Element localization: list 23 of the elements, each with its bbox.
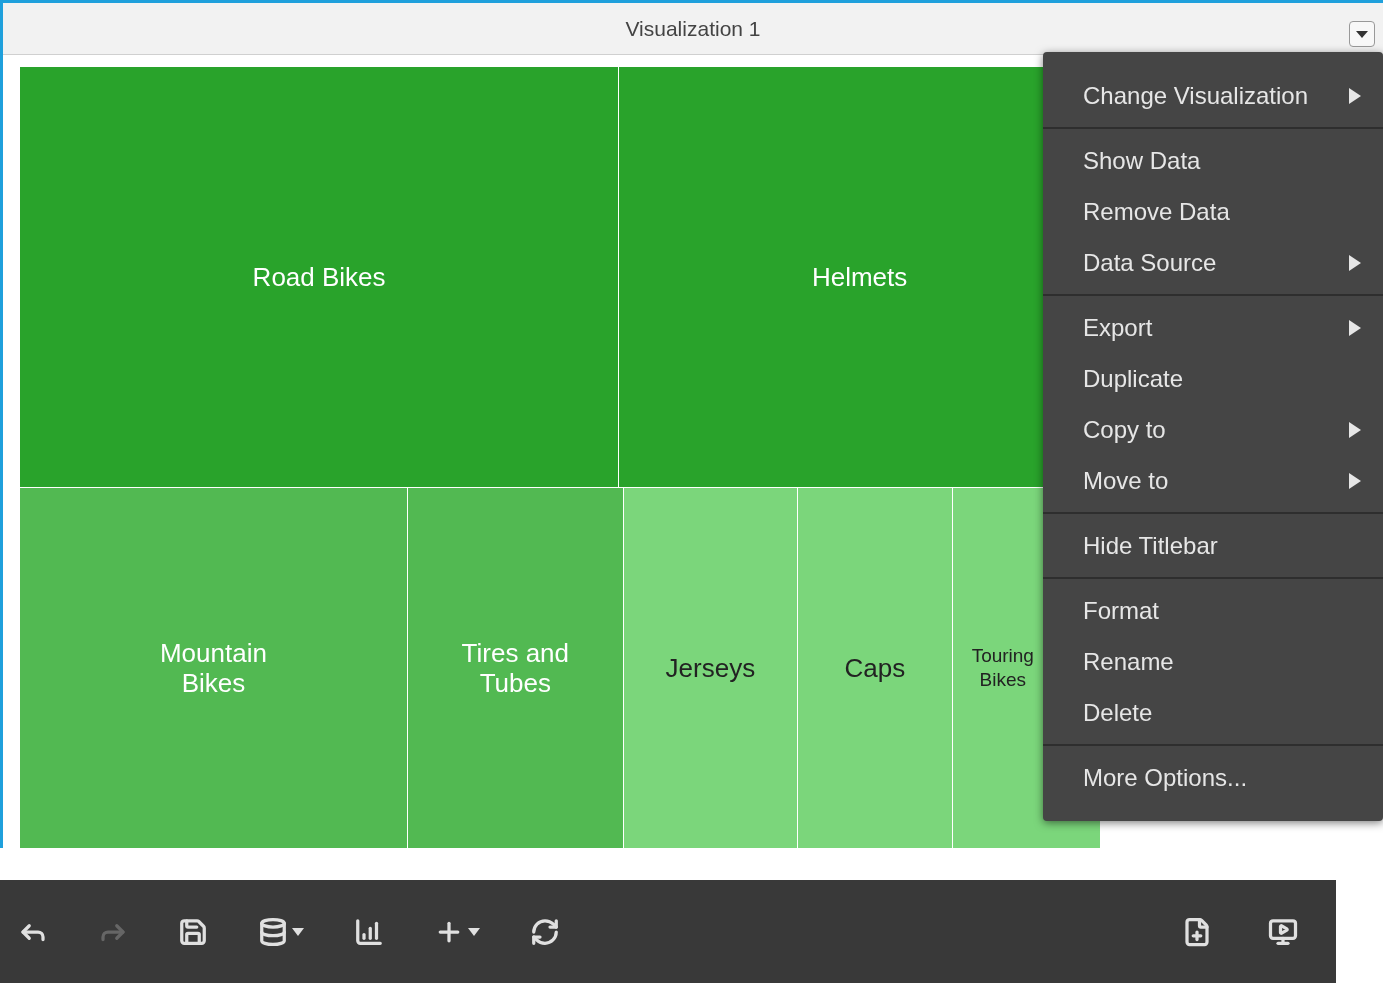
caret-icon [292, 927, 304, 936]
save-icon [178, 916, 208, 947]
treemap-label: Caps [844, 653, 906, 683]
treemap-label: Helmets [811, 262, 908, 292]
treemap-label: Tires and Tubes [460, 638, 570, 698]
panel-title: Visualization 1 [625, 15, 761, 42]
submenu-arrow-icon [1349, 472, 1361, 489]
submenu-arrow-icon [1349, 319, 1361, 336]
submenu-arrow-icon [1349, 421, 1361, 438]
caret-icon [468, 927, 480, 936]
refresh-icon [530, 916, 560, 947]
monitor-play-icon [1268, 916, 1298, 947]
treemap-label: Road Bikes [252, 262, 386, 292]
treemap-cell[interactable]: Caps [798, 488, 952, 848]
treemap-label: Jerseys [665, 653, 756, 683]
treemap-label: Touring Bikes [970, 644, 1035, 692]
treemap-cell[interactable]: Jerseys [623, 488, 797, 848]
page-plus-icon [1182, 916, 1212, 947]
caret-icon [1356, 30, 1368, 38]
panel-menu-button[interactable] [1349, 21, 1375, 47]
treemap-label: Mountain Bikes [158, 638, 268, 698]
submenu-arrow-icon [1349, 254, 1361, 271]
submenu-arrow-icon [1349, 87, 1361, 104]
